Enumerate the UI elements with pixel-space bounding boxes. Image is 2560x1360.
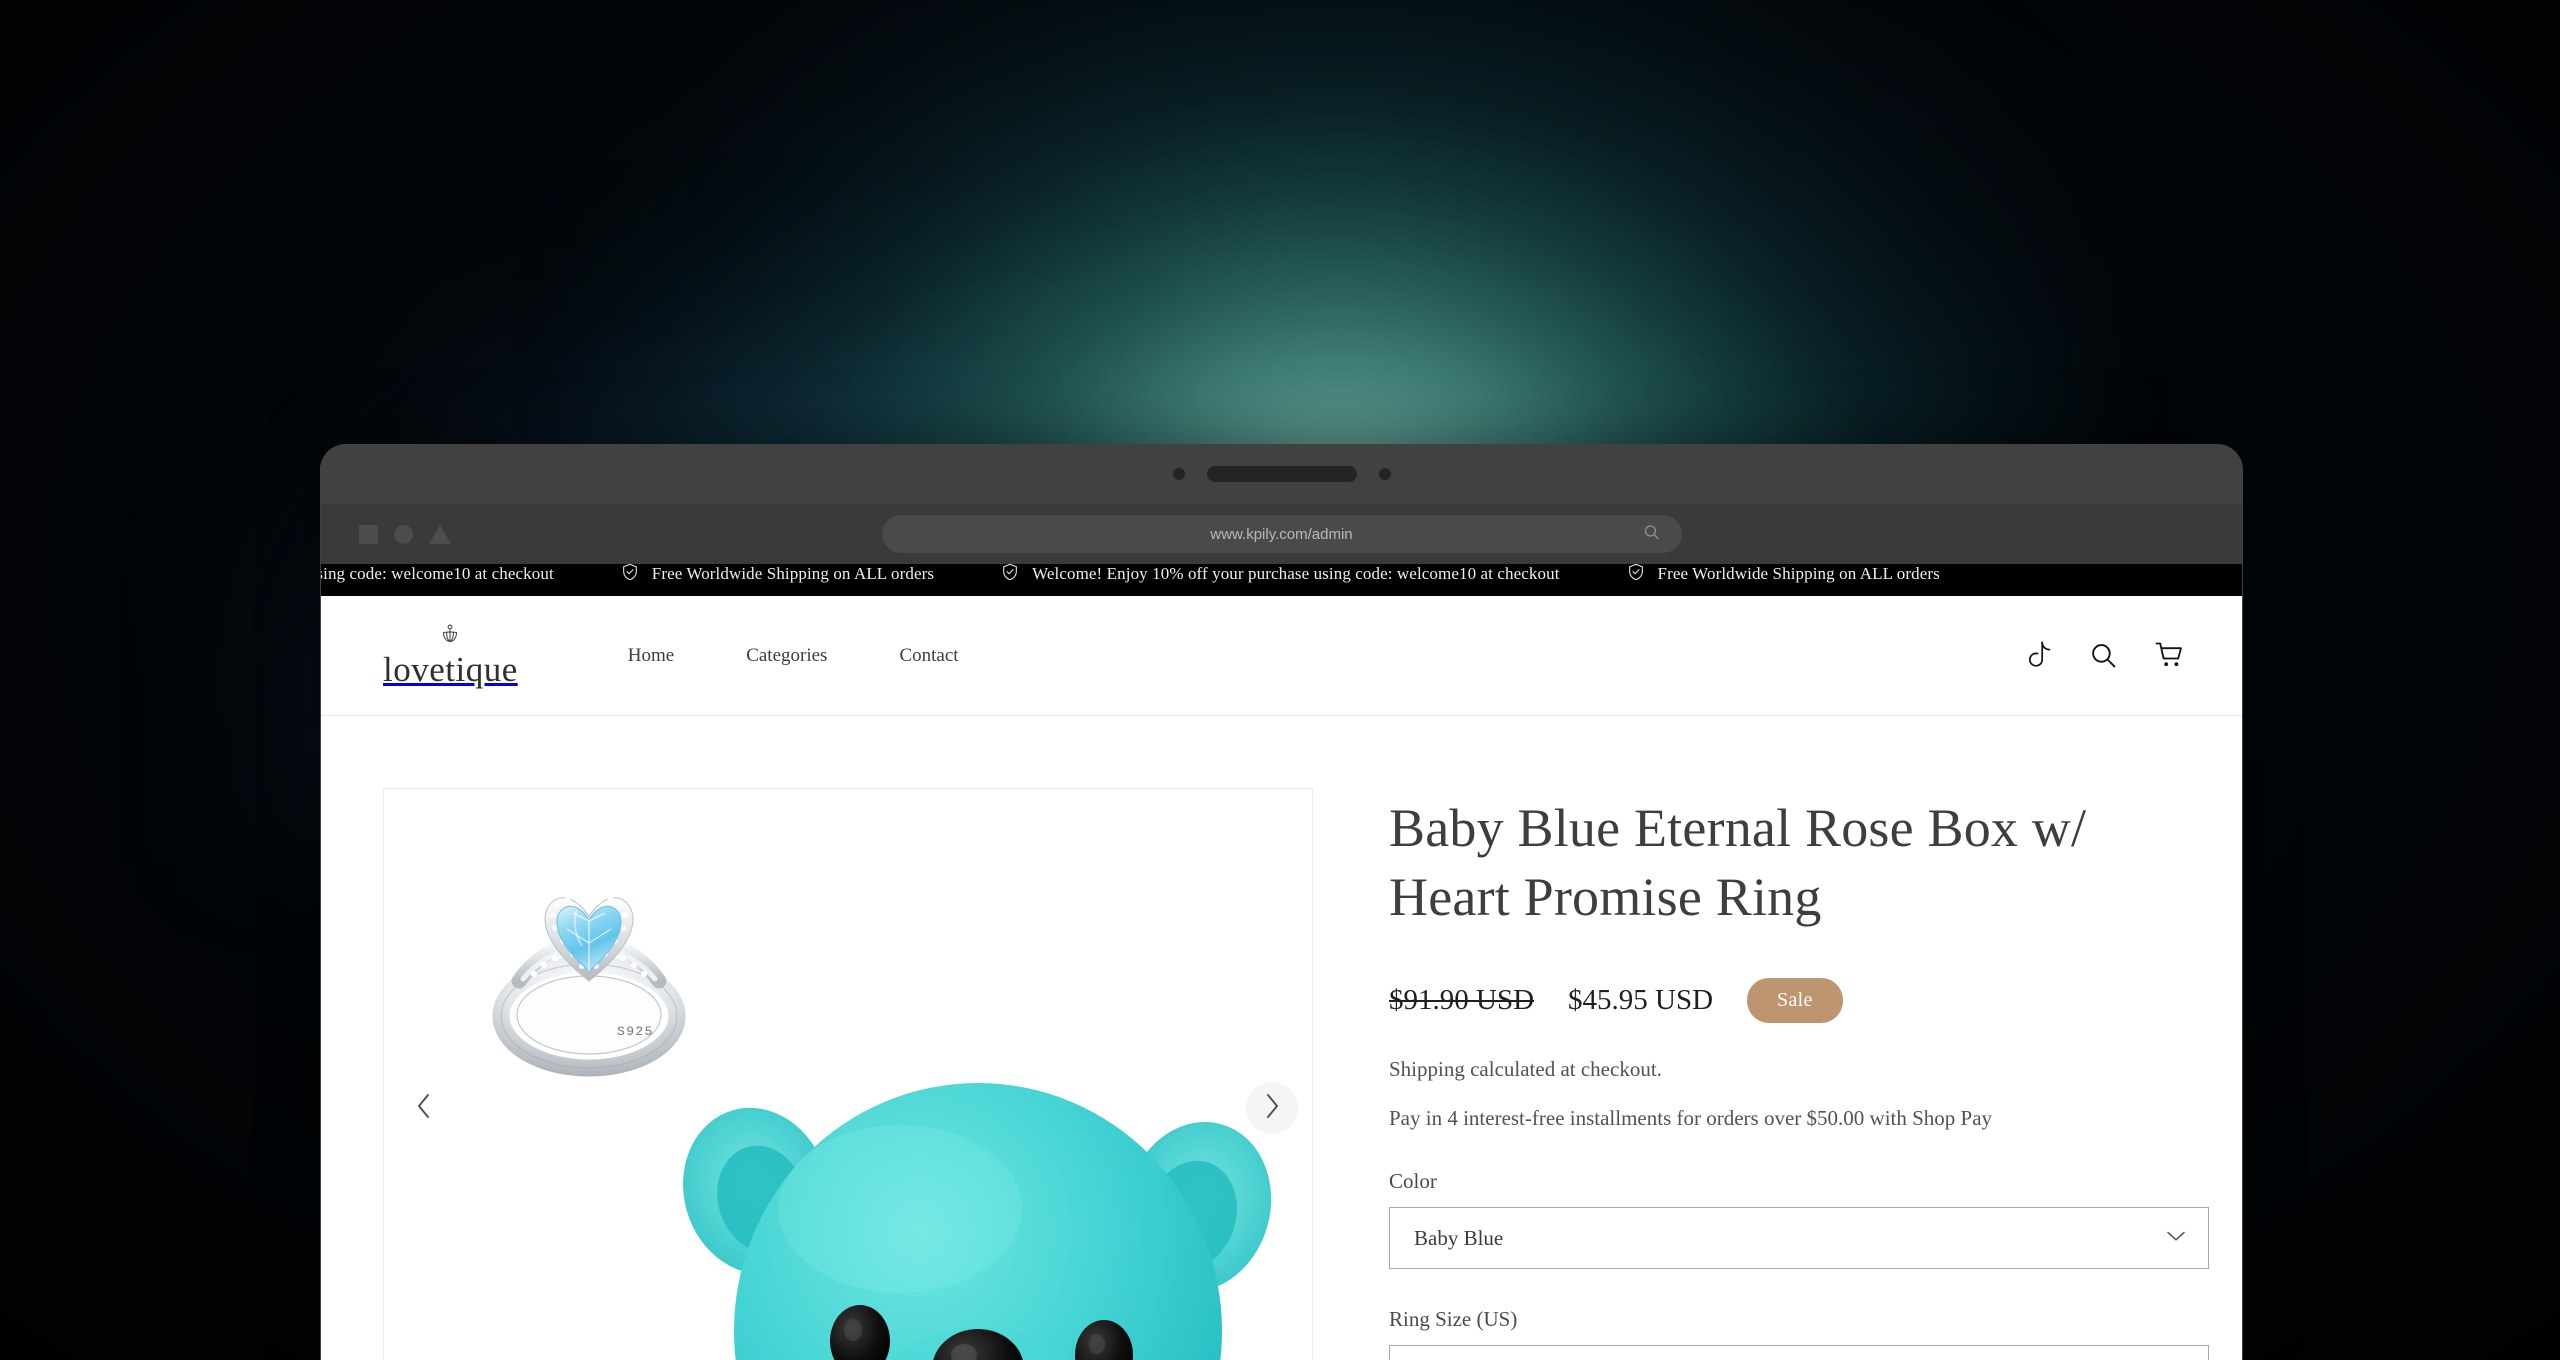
tiktok-icon[interactable] [2026, 641, 2052, 670]
lotus-crown-icon [436, 624, 464, 651]
laptop-top-bezel [320, 444, 2243, 504]
gallery-prev-button[interactable] [398, 1082, 450, 1134]
camera-dot-left [1172, 468, 1185, 480]
window-control-triangle-icon[interactable] [429, 524, 451, 544]
current-price: $45.95 USD [1568, 984, 1714, 1017]
browser-window-controls[interactable] [359, 524, 451, 544]
product-image: S925 [384, 789, 1312, 1360]
window-control-square-icon[interactable] [359, 524, 378, 544]
variant-color: Color Baby Blue [1389, 1169, 2209, 1270]
announcement-track: joy 10% off your purchase using code: we… [321, 564, 1974, 586]
announcement-item: Free Worldwide Shipping on ALL orders [588, 564, 968, 586]
url-text: www.kpily.com/admin [1210, 525, 1353, 543]
nav-item-home[interactable]: Home [592, 635, 710, 677]
product-gallery[interactable]: S925 [383, 788, 1313, 1360]
bear-graphic [683, 1083, 1272, 1360]
site-header: lovetique Home Categories Contact [321, 596, 2242, 716]
shield-check-icon [1002, 564, 1018, 586]
ring-stamp-text: S925 [617, 1024, 654, 1039]
product-title: Baby Blue Eternal Rose Box w/ Heart Prom… [1389, 798, 2087, 928]
chevron-left-icon [415, 1092, 433, 1125]
announcement-text: Free Worldwide Shipping on ALL orders [1657, 564, 1940, 583]
browser-chrome: www.kpily.com/admin [321, 504, 2242, 564]
product-section: S925 Baby Blue Eternal Rose Box w/ Heart… [321, 716, 2242, 1360]
sale-badge: Sale [1747, 978, 1843, 1024]
gallery-next-button[interactable] [1246, 1082, 1298, 1134]
compare-at-price: $91.90 USD [1389, 984, 1535, 1017]
announcement-text: joy 10% off your purchase using code: we… [321, 564, 554, 583]
announcement-item: Welcome! Enjoy 10% off your purchase usi… [968, 564, 1593, 586]
browser-url-bar[interactable]: www.kpily.com/admin [881, 515, 1682, 553]
price-row: $91.90 USD $45.95 USD Sale [1389, 978, 2209, 1024]
camera-dot-right [1378, 468, 1391, 480]
announcement-bar: joy 10% off your purchase using code: we… [321, 564, 2242, 596]
announcement-item: Free Worldwide Shipping on ALL orders [1594, 564, 1974, 586]
chevron-right-icon [1263, 1092, 1281, 1125]
laptop-screen: www.kpily.com/admin ing code: welcome10 … [321, 504, 2242, 1360]
search-icon[interactable] [1643, 524, 1660, 545]
nav-item-contact[interactable]: Contact [863, 635, 994, 677]
variant-color-select[interactable]: Baby Blue [1389, 1207, 2209, 1270]
search-icon[interactable] [2090, 642, 2117, 669]
shipping-note: Shipping calculated at checkout. [1389, 1057, 1662, 1082]
variant-ring-size-label: Ring Size (US) [1389, 1307, 1518, 1332]
laptop-mockup: www.kpily.com/admin ing code: welcome10 … [320, 444, 2243, 1360]
shopping-cart-icon[interactable] [2155, 642, 2184, 669]
speaker-bar [1206, 466, 1357, 482]
nav-item-categories[interactable]: Categories [710, 635, 863, 677]
variant-ring-size: Ring Size (US) 5 [1389, 1307, 2209, 1360]
shield-check-icon [622, 564, 638, 586]
header-actions [2026, 641, 2184, 670]
product-info: Baby Blue Eternal Rose Box w/ Heart Prom… [1389, 788, 2209, 1360]
announcement-text: Welcome! Enjoy 10% off your purchase usi… [1032, 564, 1560, 583]
variant-ring-size-select[interactable]: 5 [1389, 1345, 2209, 1360]
announcement-item: joy 10% off your purchase using code: we… [321, 564, 588, 586]
chevron-down-icon [2166, 1229, 2186, 1247]
shield-check-icon [1628, 564, 1644, 586]
variant-color-value: Baby Blue [1414, 1225, 1504, 1250]
variant-color-label: Color [1389, 1169, 1437, 1194]
announcement-text: Free Worldwide Shipping on ALL orders [651, 564, 935, 583]
installments-note: Pay in 4 interest-free installments for … [1389, 1106, 1993, 1131]
main-navigation: Home Categories Contact [592, 635, 995, 677]
brand-logo[interactable]: lovetique [383, 624, 518, 687]
brand-name: lovetique [383, 650, 518, 689]
window-control-circle-icon[interactable] [394, 524, 413, 544]
